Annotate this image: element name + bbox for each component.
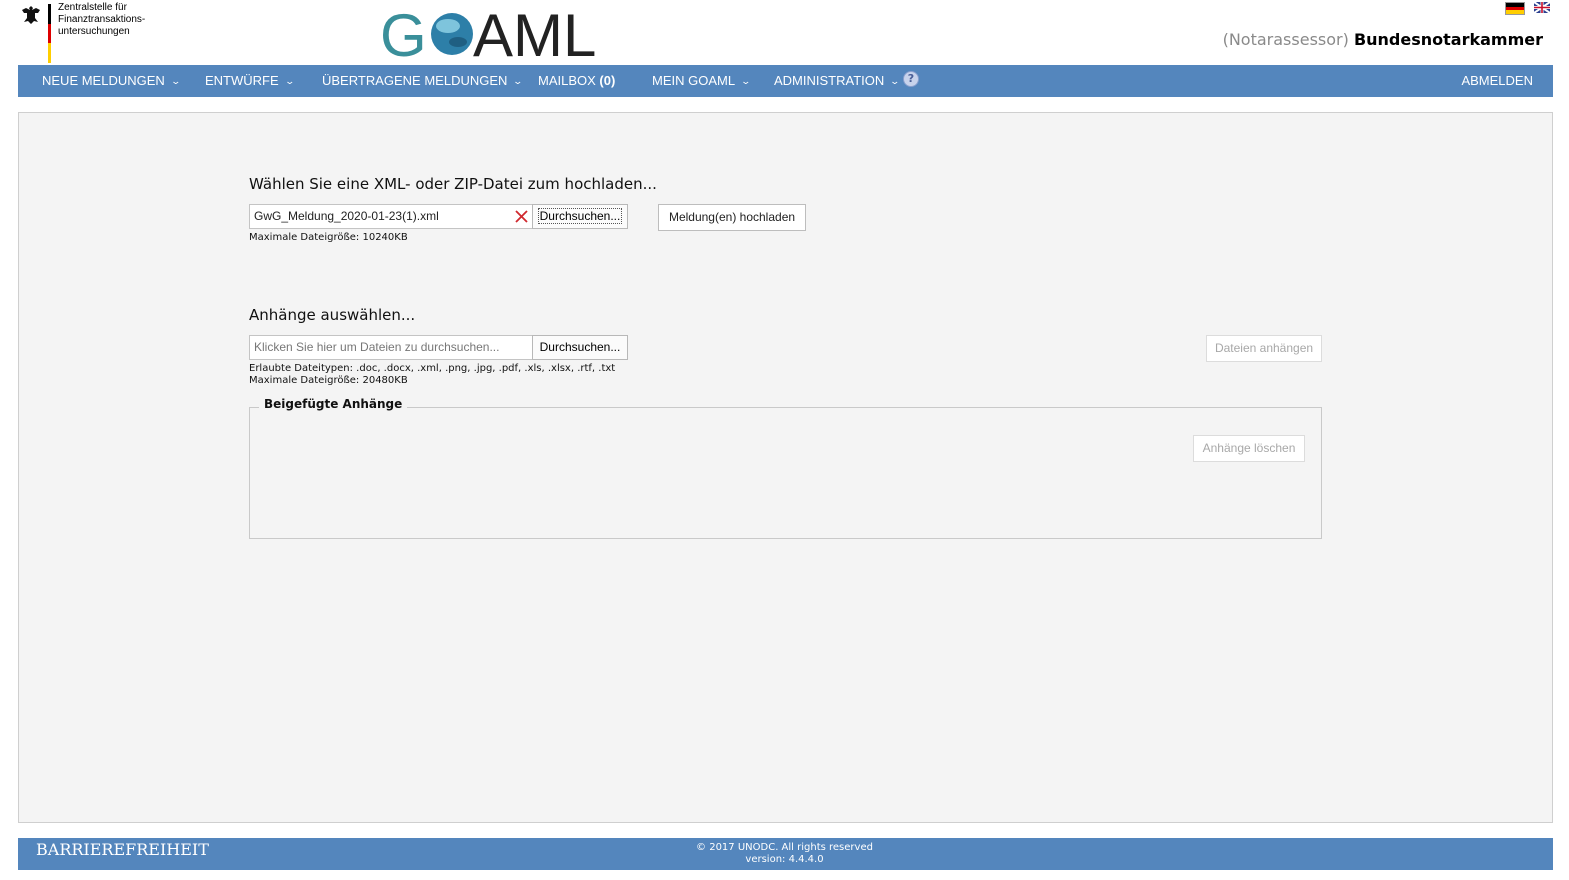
- file-input-value: GwG_Meldung_2020-01-23(1).xml: [254, 209, 439, 223]
- upload-heading: Wählen Sie eine XML- oder ZIP-Datei zum …: [249, 175, 657, 193]
- browse-report-button[interactable]: Durchsuchen...: [532, 204, 628, 229]
- user-role: (Notarassessor) Bundesnotarkammer: [1223, 30, 1543, 49]
- nav-item-label: NEUE MELDUNGEN: [42, 73, 165, 88]
- max-file-size: Maximale Dateigröße: 10240KB: [249, 232, 408, 243]
- organization-name: Bundesnotarkammer: [1353, 30, 1543, 49]
- chevron-down-icon: ⌄: [512, 76, 524, 86]
- attached-files-fieldset: [249, 407, 1322, 539]
- nav-item-label: ENTWÜRFE: [205, 73, 279, 88]
- federal-eagle-icon: [22, 6, 40, 24]
- max-attachment-size: Maximale Dateigröße: 20480KB: [249, 375, 408, 386]
- version-text: version: 4.4.4.0: [745, 854, 824, 865]
- nav-item-label: ADMINISTRATION: [774, 73, 885, 88]
- en-flag-icon[interactable]: [1534, 2, 1550, 13]
- svg-text:G: G: [380, 4, 427, 60]
- de-flag-icon[interactable]: [1505, 2, 1525, 15]
- nav-item-neue-meldungen[interactable]: NEUE MELDUNGEN ⌄: [42, 65, 181, 97]
- role-label: (Notarassessor): [1222, 30, 1349, 49]
- chevron-down-icon: ⌄: [284, 76, 295, 86]
- agency-line: Finanztransaktions-: [58, 14, 146, 25]
- attachment-file-input[interactable]: Klicken Sie hier um Dateien zu durchsuch…: [249, 335, 533, 360]
- agency-line: Zentralstelle für: [58, 2, 127, 13]
- clear-file-icon[interactable]: [515, 210, 528, 223]
- copyright: © 2017 UNODC. All rights reserved versio…: [0, 842, 1569, 866]
- upload-reports-button[interactable]: Meldung(en) hochladen: [658, 204, 806, 231]
- help-icon[interactable]: ?: [903, 71, 919, 87]
- mailbox-count: (0): [599, 73, 616, 88]
- nav-item-label: MAILBOX: [538, 73, 596, 88]
- german-flag-bar: [48, 4, 51, 63]
- nav-item-mein-goaml[interactable]: MEIN GOAML ⌄: [652, 65, 752, 97]
- nav-item-entwuerfe[interactable]: ENTWÜRFE ⌄: [205, 65, 295, 97]
- main-nav: NEUE MELDUNGEN ⌄ ENTWÜRFE ⌄ ÜBERTRAGENE ME…: [18, 65, 1553, 97]
- chevron-down-icon: ⌄: [170, 76, 181, 86]
- goaml-logo: G AML: [380, 4, 596, 60]
- chevron-down-icon: ⌄: [889, 76, 901, 86]
- report-file-input[interactable]: GwG_Meldung_2020-01-23(1).xml: [249, 204, 533, 229]
- browse-button-label: Durchsuchen...: [537, 208, 623, 224]
- attachments-heading: Anhänge auswählen...: [249, 306, 416, 324]
- logout-link[interactable]: ABMELDEN: [1461, 65, 1533, 97]
- delete-attachments-button[interactable]: Anhänge löschen: [1193, 435, 1305, 462]
- attachment-placeholder: Klicken Sie hier um Dateien zu durchsuch…: [254, 340, 500, 354]
- copyright-text: © 2017 UNODC. All rights reserved: [696, 842, 873, 853]
- agency-line: untersuchungen: [58, 26, 130, 37]
- agency-name: Zentralstelle für Finanztransaktions- un…: [58, 2, 178, 38]
- svg-text:AML: AML: [473, 4, 596, 60]
- nav-item-label: MEIN GOAML: [652, 73, 736, 88]
- attach-files-button[interactable]: Dateien anhängen: [1206, 335, 1322, 362]
- browse-attachments-button[interactable]: Durchsuchen...: [532, 335, 628, 360]
- allowed-file-types: Erlaubte Dateitypen: .doc, .docx, .xml, …: [249, 363, 616, 374]
- nav-item-administration[interactable]: ADMINISTRATION ⌄: [774, 65, 901, 97]
- nav-item-uebertragene-meldungen[interactable]: ÜBERTRAGENE MELDUNGEN ⌄: [322, 65, 524, 97]
- chevron-down-icon: ⌄: [740, 76, 752, 86]
- attached-files-legend: Beigefügte Anhänge: [259, 397, 408, 411]
- nav-item-mailbox[interactable]: MAILBOX (0): [538, 65, 615, 97]
- nav-item-label: ÜBERTRAGENE MELDUNGEN: [322, 73, 508, 88]
